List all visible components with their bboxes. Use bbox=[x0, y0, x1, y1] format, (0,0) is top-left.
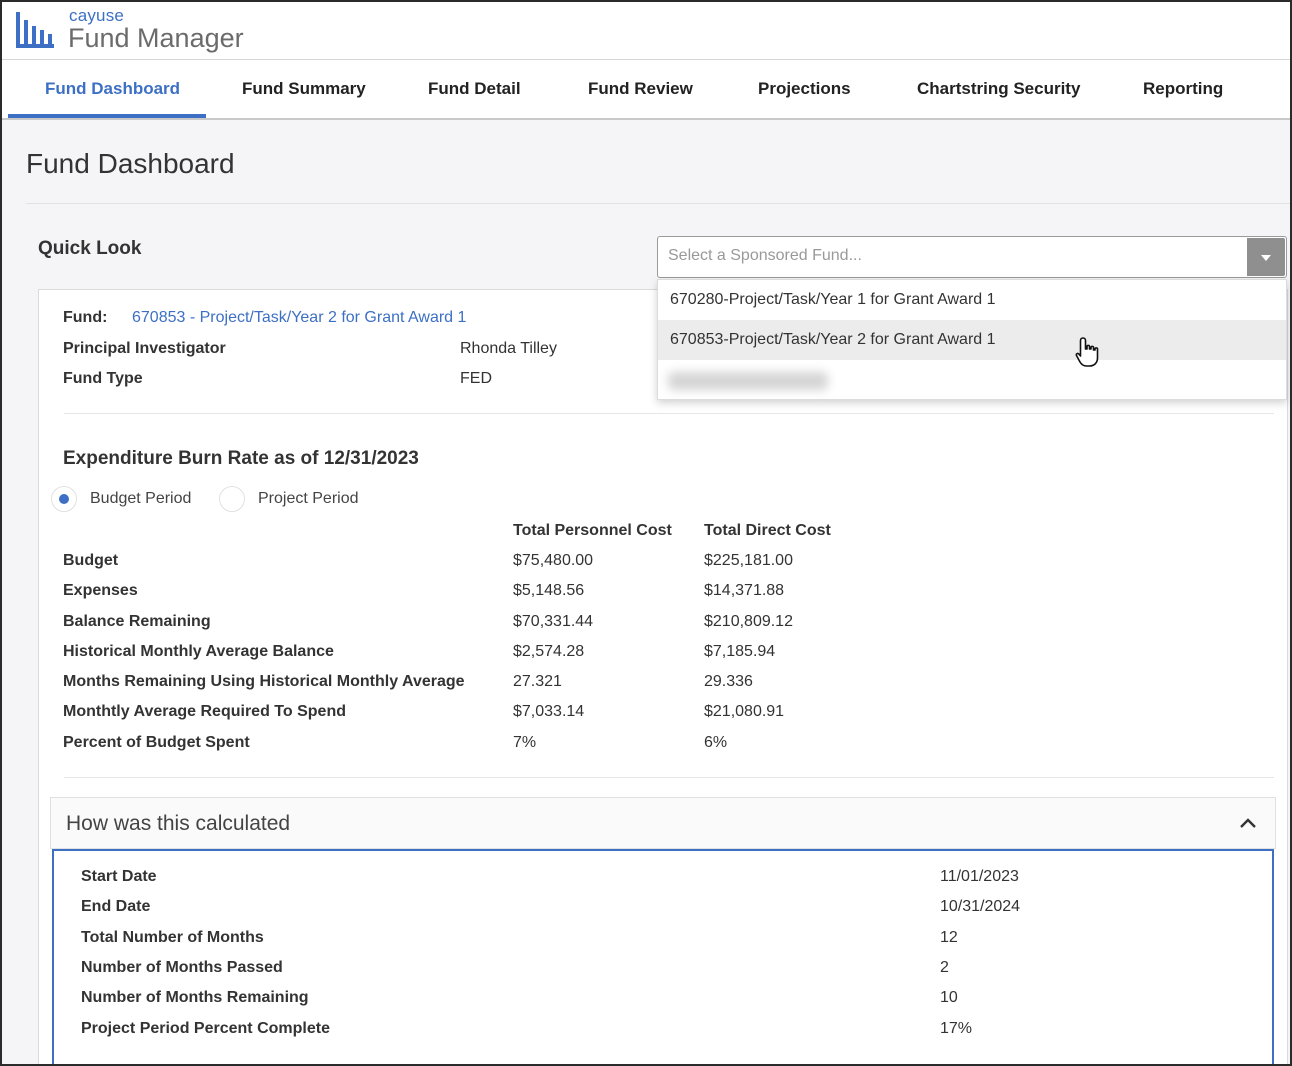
calc-label-percent-complete: Project Period Percent Complete bbox=[81, 1020, 330, 1037]
calc-label-total-months: Total Number of Months bbox=[81, 929, 264, 946]
cell-direct: $225,181.00 bbox=[704, 552, 793, 569]
cell-direct: 6% bbox=[704, 734, 728, 751]
select-placeholder: Select a Sponsored Fund... bbox=[668, 247, 862, 264]
pi-value: Rhonda Tilley bbox=[460, 340, 557, 357]
calc-value: 10/31/2024 bbox=[940, 898, 1021, 915]
cell-personnel: $2,574.28 bbox=[513, 643, 585, 660]
calc-label-start-date: Start Date bbox=[81, 868, 157, 885]
page-title: Fund Dashboard bbox=[26, 148, 235, 179]
calc-value: 12 bbox=[940, 929, 958, 946]
brand-product: Fund Manager bbox=[68, 23, 244, 53]
divider bbox=[26, 203, 1290, 204]
tab-projections[interactable]: Projections bbox=[758, 60, 851, 118]
calc-value: 11/01/2023 bbox=[940, 868, 1019, 885]
fund-type-label: Fund Type bbox=[63, 370, 143, 387]
dropdown-option[interactable]: 670280-Project/Task/Year 1 for Grant Awa… bbox=[658, 280, 1286, 320]
budget-period-label[interactable]: Budget Period bbox=[90, 490, 191, 508]
fund-dropdown-menu: 670280-Project/Task/Year 1 for Grant Awa… bbox=[657, 279, 1287, 400]
calc-value: 10 bbox=[940, 989, 958, 1006]
app-window: cayuse Fund Manager Fund Dashboard Fund … bbox=[0, 0, 1292, 1066]
calc-label-months-remaining: Number of Months Remaining bbox=[81, 989, 309, 1006]
column-header-direct: Total Direct Cost bbox=[704, 522, 831, 539]
cell-personnel: $7,033.14 bbox=[513, 703, 585, 720]
budget-period-radio[interactable] bbox=[51, 486, 77, 512]
main-nav: Fund Dashboard Fund Summary Fund Detail … bbox=[2, 60, 1290, 120]
divider bbox=[64, 413, 1274, 414]
calculation-accordion-header[interactable]: How was this calculated bbox=[50, 797, 1276, 849]
hand-pointer-icon bbox=[1075, 337, 1099, 367]
chevron-up-icon[interactable] bbox=[1239, 814, 1257, 832]
column-header-personnel: Total Personnel Cost bbox=[513, 522, 672, 539]
fund-type-value: FED bbox=[460, 370, 492, 387]
cell-direct: 29.336 bbox=[704, 673, 753, 690]
calc-value: 17% bbox=[940, 1020, 973, 1037]
tab-fund-summary[interactable]: Fund Summary bbox=[242, 60, 366, 118]
cell-direct: $21,080.91 bbox=[704, 703, 785, 720]
cell-personnel: $75,480.00 bbox=[513, 552, 594, 569]
cell-personnel: 27.321 bbox=[513, 673, 562, 690]
cell-direct: $210,809.12 bbox=[704, 613, 793, 630]
sponsored-fund-select[interactable]: Select a Sponsored Fund... bbox=[657, 236, 1287, 278]
active-tab-indicator bbox=[8, 114, 206, 118]
fund-link[interactable]: 670853 - Project/Task/Year 2 for Grant A… bbox=[132, 309, 466, 327]
tab-chartstring-security[interactable]: Chartstring Security bbox=[917, 60, 1080, 118]
row-label-monthly-required: Monthtly Average Required To Spend bbox=[63, 703, 346, 720]
quick-look-heading: Quick Look bbox=[38, 238, 142, 259]
cell-personnel: $70,331.44 bbox=[513, 613, 594, 630]
tab-reporting[interactable]: Reporting bbox=[1143, 60, 1223, 118]
cell-personnel: $5,148.56 bbox=[513, 582, 585, 599]
cell-direct: $7,185.94 bbox=[704, 643, 776, 660]
cell-direct: $14,371.88 bbox=[704, 582, 785, 599]
project-period-label[interactable]: Project Period bbox=[258, 490, 359, 508]
accordion-title: How was this calculated bbox=[66, 812, 291, 835]
project-period-radio[interactable] bbox=[219, 486, 245, 512]
bar-chart-logo-icon bbox=[16, 12, 54, 48]
chevron-down-icon[interactable] bbox=[1247, 238, 1285, 276]
top-bar: cayuse Fund Manager bbox=[2, 2, 1290, 60]
tab-fund-review[interactable]: Fund Review bbox=[588, 60, 693, 118]
tab-fund-detail[interactable]: Fund Detail bbox=[428, 60, 521, 118]
burn-rate-title: Expenditure Burn Rate as of 12/31/2023 bbox=[63, 448, 419, 469]
pi-label: Principal Investigator bbox=[63, 340, 226, 357]
divider bbox=[64, 777, 1274, 778]
redacted-option[interactable] bbox=[668, 372, 828, 390]
row-label-balance-remaining: Balance Remaining bbox=[63, 613, 211, 630]
row-label-budget: Budget bbox=[63, 552, 119, 569]
cell-personnel: 7% bbox=[513, 734, 537, 751]
row-label-percent-spent: Percent of Budget Spent bbox=[63, 734, 250, 751]
fund-label: Fund: bbox=[63, 309, 108, 326]
row-label-historical-average: Historical Monthly Average Balance bbox=[63, 643, 334, 660]
calc-value: 2 bbox=[940, 959, 949, 976]
calc-label-end-date: End Date bbox=[81, 898, 151, 915]
tab-fund-dashboard[interactable]: Fund Dashboard bbox=[45, 60, 180, 118]
row-label-expenses: Expenses bbox=[63, 582, 138, 599]
calc-label-months-passed: Number of Months Passed bbox=[81, 959, 283, 976]
row-label-months-remaining: Months Remaining Using Historical Monthl… bbox=[63, 673, 465, 690]
dropdown-option[interactable]: 670853-Project/Task/Year 2 for Grant Awa… bbox=[658, 320, 1286, 360]
